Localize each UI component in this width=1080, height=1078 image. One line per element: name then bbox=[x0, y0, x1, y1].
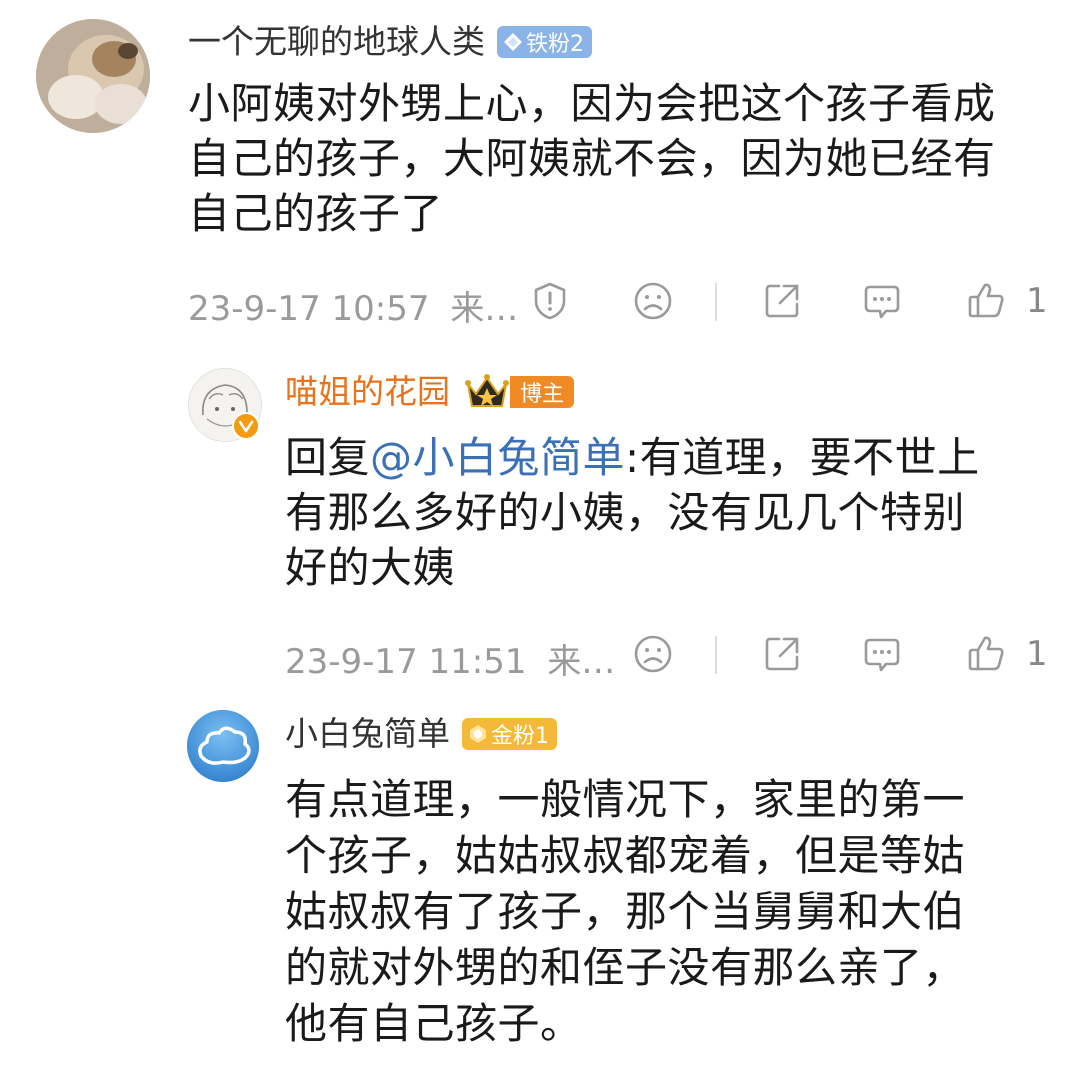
like-count: 1 bbox=[1026, 281, 1048, 321]
dislike-icon[interactable] bbox=[633, 281, 673, 321]
dislike-icon[interactable] bbox=[633, 634, 673, 674]
avatar-image bbox=[36, 19, 150, 133]
username[interactable]: 喵姐的花园 bbox=[285, 372, 450, 412]
fan-badge: 铁粉2 bbox=[497, 26, 592, 58]
verified-badge-icon bbox=[232, 412, 260, 440]
divider bbox=[715, 636, 717, 674]
comment-text: 有点道理，一般情况下，家里的第一 个孩子，姑姑叔叔都宠着，但是等姑 姑叔叔有了孩… bbox=[285, 775, 966, 1048]
comment-text: 小阿姨对外甥上心，因为会把这个孩子看成 自己的孩子，大阿姨就不会，因为她已经有 … bbox=[188, 79, 996, 238]
avatar-image bbox=[187, 710, 259, 782]
comment-meta: 23-9-17 11:51 来… bbox=[285, 634, 615, 683]
mention-link[interactable]: @小白兔简单 bbox=[370, 433, 625, 482]
avatar[interactable] bbox=[187, 710, 259, 782]
timestamp: 23-9-17 10:57 bbox=[188, 289, 430, 329]
username[interactable]: 一个无聊的地球人类 bbox=[188, 22, 485, 62]
blogger-badge: 博主 bbox=[510, 376, 575, 408]
divider bbox=[715, 283, 717, 321]
like-count: 1 bbox=[1026, 634, 1048, 674]
reply-prefix: 回复 bbox=[285, 433, 371, 482]
comment-text: 回复@小白兔简单:有道理，要不世上 有那么多好的小姨，没有见几个特别 好的大姨 bbox=[285, 433, 980, 592]
like-icon[interactable] bbox=[966, 634, 1006, 674]
share-icon[interactable] bbox=[762, 281, 802, 321]
gold-gem-icon bbox=[470, 725, 486, 743]
comment-icon[interactable] bbox=[862, 281, 902, 321]
like-icon[interactable] bbox=[966, 281, 1006, 321]
avatar[interactable] bbox=[36, 19, 150, 133]
fan-badge: 金粉1 bbox=[462, 718, 557, 750]
share-icon[interactable] bbox=[762, 634, 802, 674]
source: 来… bbox=[547, 642, 616, 682]
diamond-icon bbox=[504, 33, 522, 51]
comment-icon[interactable] bbox=[862, 634, 902, 674]
username[interactable]: 小白兔简单 bbox=[285, 714, 450, 754]
crown-icon bbox=[464, 372, 510, 412]
report-icon[interactable] bbox=[530, 281, 570, 321]
comment-meta: 23-9-17 10:57 来… bbox=[188, 281, 518, 330]
source: 来… bbox=[450, 289, 519, 329]
timestamp: 23-9-17 11:51 bbox=[285, 642, 527, 682]
